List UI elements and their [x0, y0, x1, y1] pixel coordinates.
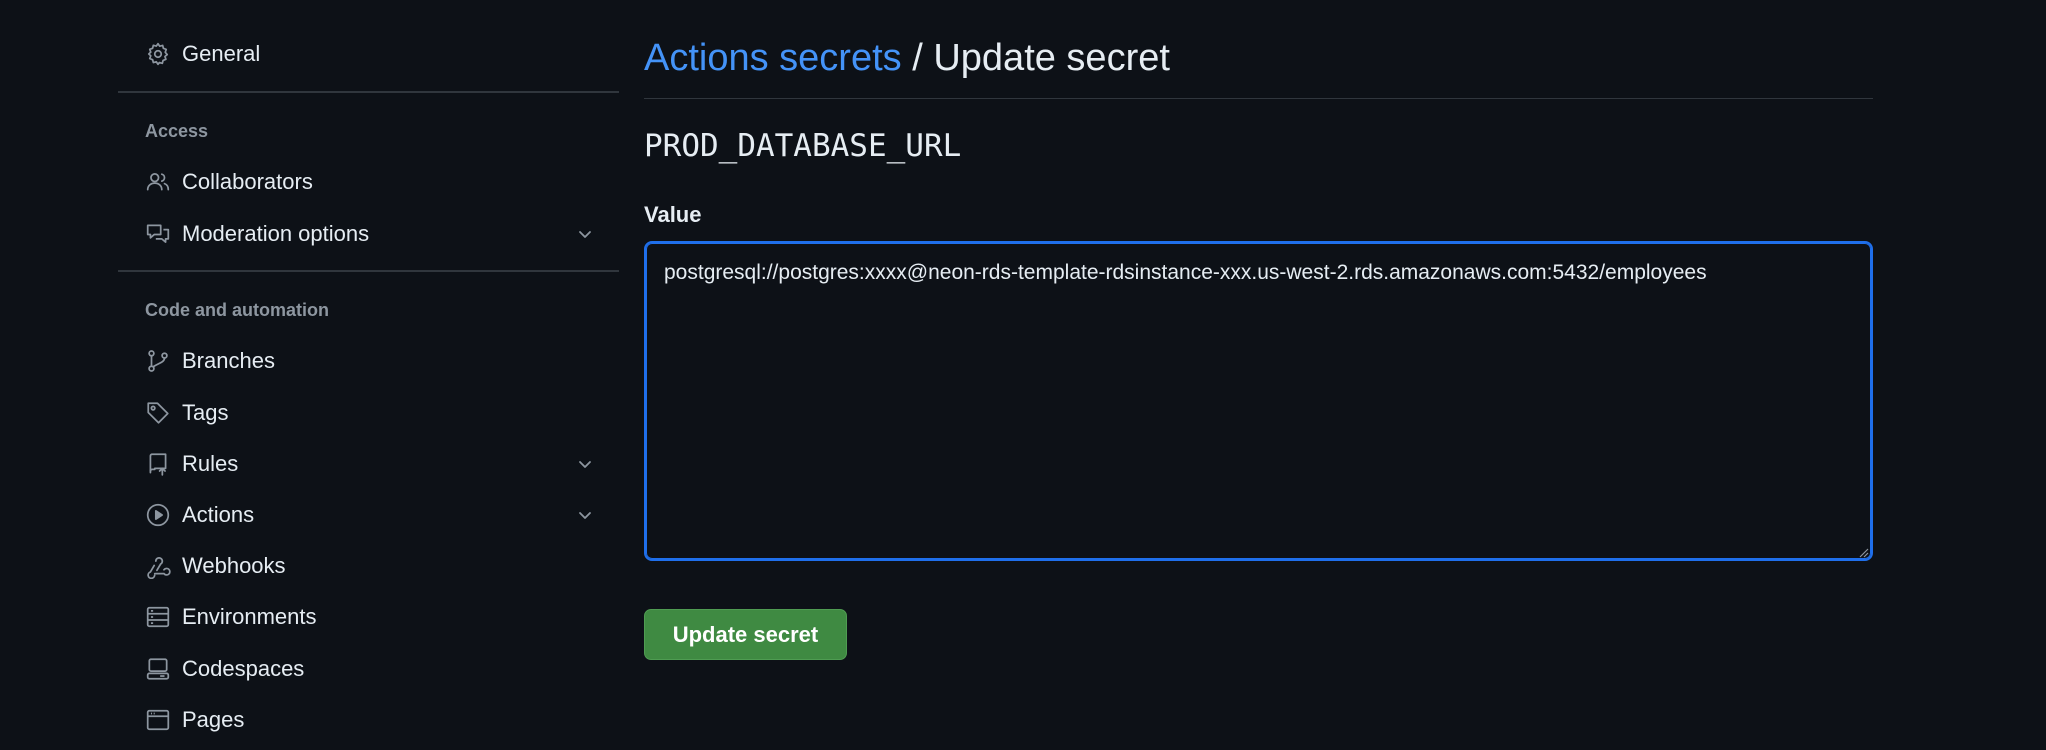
gear-icon [144, 40, 172, 68]
secret-name: PROD_DATABASE_URL [644, 128, 962, 164]
breadcrumb-actions-secrets-link[interactable]: Actions secrets [644, 37, 902, 79]
sidebar-divider [118, 91, 619, 93]
resize-handle-icon[interactable] [1857, 545, 1869, 558]
sidebar-item-environments[interactable]: Environments [118, 593, 619, 641]
sidebar-item-label: Pages [182, 707, 245, 732]
sidebar-item-webhooks[interactable]: Webhooks [118, 542, 619, 590]
main-content: Actions secrets / Update secret PROD_DAT… [644, 0, 1873, 750]
chevron-down-icon[interactable] [575, 224, 595, 244]
sidebar-item-actions[interactable]: Actions [118, 491, 619, 539]
sidebar-item-codespaces[interactable]: Codespaces [118, 645, 619, 693]
page-title: Actions secrets / Update secret [644, 34, 1170, 82]
server-icon [144, 603, 172, 631]
sidebar-item-pages[interactable]: Pages [118, 696, 619, 744]
breadcrumb-current: Update secret [933, 37, 1170, 79]
sidebar-item-moderation-options[interactable]: Moderation options [118, 210, 619, 258]
codespaces-icon [144, 655, 172, 683]
sidebar-item-label: Webhooks [182, 553, 286, 578]
sidebar-item-label: General [182, 41, 261, 66]
chevron-down-icon[interactable] [575, 454, 595, 474]
section-heading-code-and-automation: Code and automation [145, 300, 329, 320]
comment-discussion-icon [144, 220, 172, 248]
sidebar-item-label: Actions [182, 502, 255, 527]
sidebar-item-label: Branches [182, 348, 275, 373]
sidebar-item-label: Collaborators [182, 169, 313, 194]
sidebar-item-label: Environments [182, 604, 317, 629]
sidebar-item-tags[interactable]: Tags [118, 389, 619, 437]
update-secret-button[interactable]: Update secret [644, 609, 847, 660]
sidebar-item-rules[interactable]: Rules [118, 440, 619, 488]
sidebar-item-label: Rules [182, 451, 239, 476]
breadcrumb-separator: / [901, 37, 934, 79]
sidebar-item-label: Codespaces [182, 656, 305, 681]
section-heading-access: Access [145, 121, 209, 141]
browser-icon [144, 706, 172, 734]
repo-push-icon [144, 450, 172, 478]
settings-sidebar: General Access Collaborators Moderation … [118, 0, 619, 750]
sidebar-item-branches[interactable]: Branches [118, 337, 619, 385]
sidebar-item-label: Moderation options [182, 221, 370, 246]
webhook-icon [144, 552, 172, 580]
chevron-down-icon[interactable] [575, 505, 595, 525]
play-icon [144, 501, 172, 529]
tag-icon [144, 399, 172, 427]
git-branch-icon [144, 347, 172, 375]
secret-value-textarea[interactable]: postgresql://postgres:xxxx@neon-rds-temp… [644, 241, 1873, 561]
value-label: Value [644, 202, 702, 227]
sidebar-item-general[interactable]: General [118, 30, 619, 78]
title-divider [644, 98, 1873, 99]
sidebar-item-collaborators[interactable]: Collaborators [118, 158, 619, 206]
sidebar-item-label: Tags [182, 400, 229, 425]
people-icon [144, 168, 172, 196]
sidebar-divider [118, 270, 619, 272]
